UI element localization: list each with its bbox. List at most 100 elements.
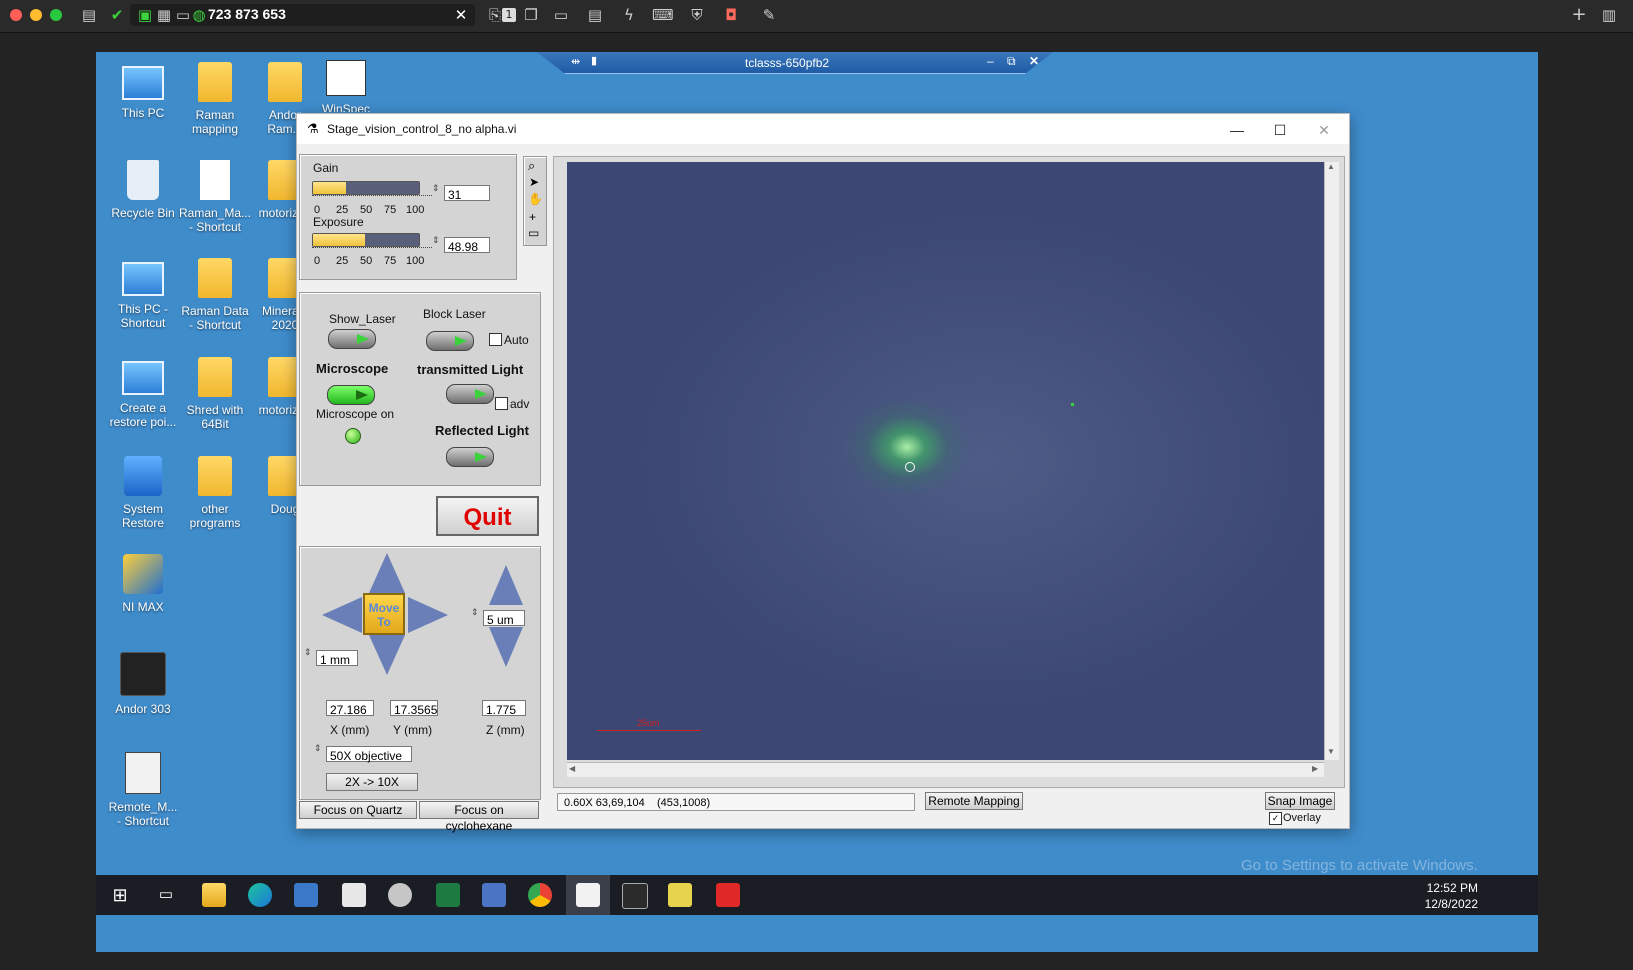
- desktop-icon-this-pc-shortcut[interactable]: This PC - Shortcut: [106, 258, 180, 330]
- move-left-arrow[interactable]: [322, 597, 362, 633]
- remote-close-icon[interactable]: ✕: [1029, 54, 1039, 68]
- scroll-up-icon[interactable]: ▲: [1327, 162, 1335, 171]
- gain-input[interactable]: 31: [444, 185, 490, 202]
- vi-app-icon[interactable]: [668, 883, 692, 907]
- move-down-arrow[interactable]: [369, 635, 405, 675]
- objective-switch-button[interactable]: 2X -> 10X: [326, 773, 418, 791]
- desktop-icon-other-programs[interactable]: other programs: [178, 456, 252, 530]
- instrument-app-icon[interactable]: [622, 883, 648, 909]
- minimize-button[interactable]: —: [1217, 119, 1257, 141]
- close-session-icon[interactable]: ✕: [452, 6, 470, 24]
- screen-1-icon[interactable]: 1: [502, 8, 516, 22]
- display-icon[interactable]: ▭: [552, 6, 570, 24]
- gain-slider[interactable]: [312, 181, 420, 195]
- close-button[interactable]: ✕: [1304, 119, 1344, 141]
- pan-tool-icon[interactable]: ✋: [528, 192, 543, 206]
- start-windows-icon[interactable]: ⊞: [108, 883, 132, 907]
- z-position-input[interactable]: 1.775: [482, 700, 526, 717]
- excel-icon[interactable]: [436, 883, 460, 907]
- exposure-slider[interactable]: [312, 233, 420, 247]
- exposure-spinner-icon[interactable]: ⇕: [432, 235, 440, 246]
- rectangle-tool-icon[interactable]: ▭: [528, 226, 539, 240]
- remote-restore-icon[interactable]: ⧉: [1007, 54, 1016, 69]
- x-position-input[interactable]: 27.186: [326, 700, 374, 717]
- edge-icon[interactable]: [248, 883, 272, 907]
- desktop-icon-this-pc[interactable]: This PC: [106, 62, 180, 120]
- objective-selector[interactable]: 50X objective: [326, 746, 412, 763]
- scroll-right-icon[interactable]: ▶: [1312, 764, 1318, 773]
- maximize-button[interactable]: ☐: [1260, 119, 1300, 141]
- focus-on-quartz-button[interactable]: Focus on Quartz: [299, 801, 417, 819]
- calculator-icon[interactable]: [294, 883, 318, 907]
- desktop-icon-shred[interactable]: Shred with 64Bit: [178, 357, 252, 431]
- quit-button[interactable]: Quit: [436, 496, 539, 536]
- xy-step-input[interactable]: 1 mm: [316, 650, 358, 667]
- minimize-window-dot[interactable]: [30, 9, 42, 21]
- move-right-arrow[interactable]: [408, 597, 448, 633]
- scroll-left-icon[interactable]: ◀: [569, 764, 575, 773]
- add-tab-icon[interactable]: +: [1570, 6, 1588, 24]
- document-icon[interactable]: ▤: [80, 6, 98, 24]
- reflected-light-toggle[interactable]: [446, 447, 494, 467]
- overlay-checkbox[interactable]: ✓: [1269, 812, 1282, 825]
- desktop-icon-remote-m-shortcut[interactable]: Remote_M... - Shortcut: [106, 752, 180, 828]
- move-up-arrow[interactable]: [369, 553, 405, 593]
- z-step-spinner-icon[interactable]: ⇕: [471, 607, 479, 618]
- focus-on-cyclohexane-button[interactable]: Focus on cyclohexane: [419, 801, 539, 833]
- zoom-tool-icon[interactable]: ⌕: [528, 158, 535, 174]
- chrome-icon[interactable]: [528, 883, 552, 907]
- xy-step-spinner-icon[interactable]: ⇕: [304, 647, 312, 658]
- desktop-icon-raman-ma-shortcut[interactable]: Raman_Ma... - Shortcut: [178, 160, 252, 234]
- crosshair-tool-icon[interactable]: +: [529, 210, 536, 224]
- pin-icon[interactable]: ⇹: [571, 55, 580, 68]
- camera-image[interactable]: 25um: [567, 162, 1324, 760]
- shield-icon[interactable]: ⛨: [688, 6, 706, 24]
- desktop-icon-recycle-bin[interactable]: Recycle Bin: [106, 160, 180, 220]
- desktop-icon-winspec[interactable]: WinSpec: [316, 60, 376, 112]
- labview-task-icon[interactable]: [576, 883, 600, 907]
- horizontal-scrollbar[interactable]: ◀ ▶: [567, 762, 1324, 777]
- close-window-dot[interactable]: [10, 9, 22, 21]
- adv-checkbox[interactable]: [495, 397, 508, 410]
- show-laser-toggle[interactable]: [328, 329, 376, 349]
- remote-mapping-button[interactable]: Remote Mapping: [925, 792, 1023, 810]
- pointer-tool-icon[interactable]: ➤: [529, 175, 539, 189]
- objective-spinner-icon[interactable]: ⇕: [314, 743, 322, 754]
- system-clock[interactable]: 12:52 PM 12/8/2022: [1408, 880, 1478, 912]
- remote-app-icon[interactable]: [716, 883, 740, 907]
- task-view-icon[interactable]: ▭: [154, 883, 178, 907]
- remote-minimize-icon[interactable]: –: [987, 54, 994, 68]
- snap-image-button[interactable]: Snap Image: [1265, 792, 1335, 810]
- transmitted-light-toggle[interactable]: [446, 384, 494, 404]
- z-step-input[interactable]: 5 um: [483, 610, 525, 627]
- block-laser-toggle[interactable]: [426, 331, 474, 351]
- gain-spinner-icon[interactable]: ⇕: [432, 183, 440, 194]
- desktop-icon-create-restore-point[interactable]: Create a restore poi...: [106, 357, 180, 429]
- auto-checkbox[interactable]: [489, 333, 502, 346]
- desktop-icon-system-restore[interactable]: System Restore: [106, 456, 180, 530]
- scroll-down-icon[interactable]: ▼: [1327, 747, 1335, 756]
- desktop-icon-andor-303[interactable]: Andor 303: [106, 652, 180, 716]
- draw-pen-icon[interactable]: ✎: [760, 6, 778, 24]
- chat-icon[interactable]: ▤: [586, 6, 604, 24]
- desktop-icon-raman-data-shortcut[interactable]: Raman Data - Shortcut: [178, 258, 252, 332]
- z-up-arrow[interactable]: [489, 565, 523, 605]
- screen-record-icon[interactable]: ◘: [722, 6, 740, 24]
- paint-icon[interactable]: [388, 883, 412, 907]
- sidebar-icon[interactable]: ▥: [1600, 6, 1618, 24]
- vertical-scrollbar[interactable]: ▲ ▼: [1324, 162, 1339, 760]
- zoom-window-dot[interactable]: [50, 9, 62, 21]
- photos-app-icon[interactable]: [342, 883, 366, 907]
- action-bolt-icon[interactable]: ϟ: [620, 6, 638, 24]
- move-to-button[interactable]: Move To: [363, 593, 405, 635]
- microscope-toggle[interactable]: [327, 385, 375, 405]
- desktop-icon-ni-max[interactable]: NI MAX: [106, 554, 180, 614]
- desktop-icon-raman-mapping[interactable]: Raman mapping: [178, 62, 252, 136]
- keyboard-icon[interactable]: ⌨: [652, 6, 674, 24]
- y-position-input[interactable]: 17.3565: [390, 700, 438, 717]
- screen-2-icon[interactable]: ❐: [522, 6, 540, 24]
- network-app-icon[interactable]: [482, 883, 506, 907]
- file-explorer-icon[interactable]: [202, 883, 226, 907]
- window-titlebar[interactable]: ⚗ Stage_vision_control_8_no alpha.vi — ☐…: [297, 114, 1349, 144]
- exposure-input[interactable]: 48.98: [444, 237, 490, 254]
